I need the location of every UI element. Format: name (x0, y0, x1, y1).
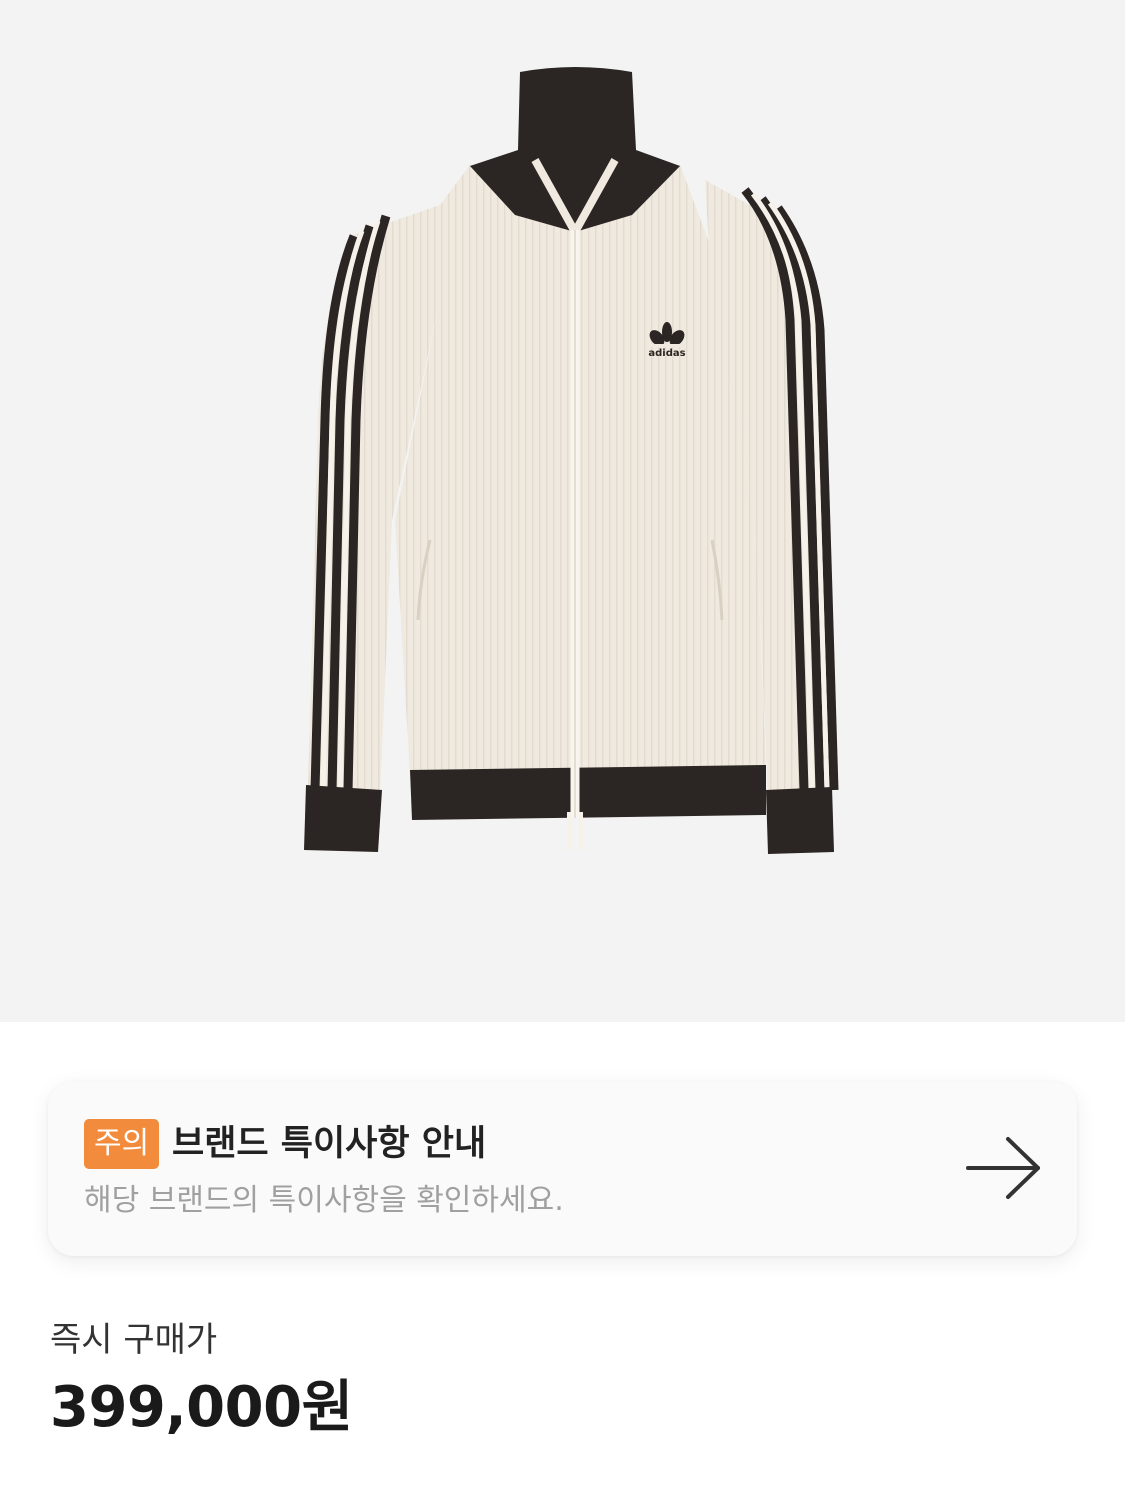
product-image[interactable]: adidas (0, 0, 1125, 1022)
instant-buy-price-label: 즉시 구매가 (50, 1320, 218, 1360)
notice-subtitle: 해당 브랜드의 특이사항을 확인하세요. (84, 1183, 564, 1218)
instant-buy-price: 399,000원 (50, 1375, 353, 1440)
notice-title: 브랜드 특이사항 안내 (172, 1124, 487, 1164)
product-page: adidas 주의 브랜드 특이사항 안내 해당 브랜드의 특이사항을 확인하세… (0, 0, 1125, 1501)
brand-notice-card[interactable]: 주의 브랜드 특이사항 안내 해당 브랜드의 특이사항을 확인하세요. (48, 1081, 1077, 1256)
jacket-illustration: adidas (304, 67, 839, 854)
warning-badge: 주의 (84, 1119, 160, 1169)
logo-text: adidas (648, 348, 685, 359)
arrow-right-icon[interactable] (964, 1135, 1044, 1201)
